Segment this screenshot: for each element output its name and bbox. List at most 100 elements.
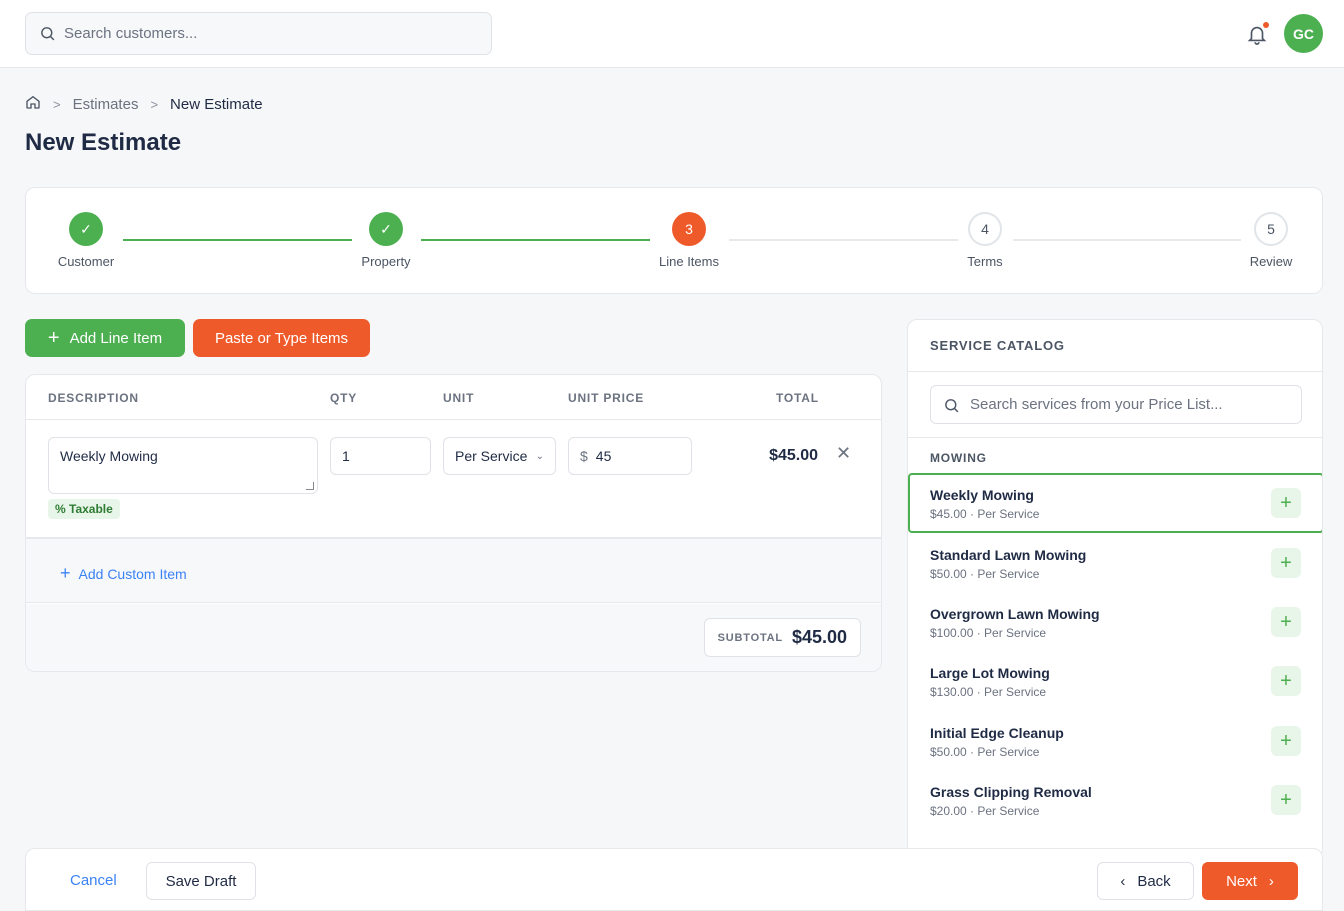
step-number: 3: [672, 212, 706, 246]
custom-item-row: + Add Custom Item: [26, 539, 881, 603]
catalog-search-placeholder: Search services from your Price List...: [970, 396, 1223, 413]
home-icon[interactable]: [25, 94, 41, 114]
step-connector: [1013, 239, 1241, 241]
chevron-right-icon: >: [150, 96, 159, 112]
search-icon: [41, 27, 55, 41]
step-review[interactable]: 5 Review: [1211, 212, 1331, 269]
plus-icon: +: [47, 326, 60, 349]
step-customer[interactable]: ✓ Customer: [26, 212, 146, 269]
subtotal-value: $45.00: [791, 627, 847, 647]
notification-dot: [1263, 22, 1269, 28]
chevron-down-icon: ⌄: [535, 450, 544, 462]
catalog-item-name: Large Lot Mowing: [930, 665, 1050, 681]
cancel-button[interactable]: Cancel: [70, 872, 117, 889]
add-service-plus-icon[interactable]: +: [1271, 666, 1301, 696]
column-header-qty: QTY: [330, 391, 358, 405]
check-icon: ✓: [369, 212, 403, 246]
add-service-plus-icon[interactable]: +: [1271, 607, 1301, 637]
catalog-section-heading: MOWING: [930, 451, 987, 465]
step-connector: [421, 239, 650, 241]
catalog-item[interactable]: Overgrown Lawn Mowing $100.00 · Per Serv…: [908, 592, 1322, 652]
add-line-item-button[interactable]: + Add Line Item: [25, 319, 185, 357]
save-draft-button[interactable]: Save Draft: [146, 862, 256, 900]
subtotal-box: SUBTOTAL $45.00: [703, 618, 861, 657]
catalog-item-price: $130.00 · Per Service: [930, 685, 1047, 699]
catalog-item-price: $50.00 · Per Service: [930, 567, 1040, 581]
top-bar: Search customers... GC: [0, 0, 1344, 68]
catalog-item[interactable]: Grass Clipping Removal $20.00 · Per Serv…: [908, 770, 1322, 830]
step-terms[interactable]: 4 Terms: [925, 212, 1045, 269]
divider: [908, 437, 1322, 438]
customer-search-input[interactable]: Search customers...: [25, 12, 492, 55]
step-number: 4: [968, 212, 1002, 246]
table-footer: SUBTOTAL $45.00: [26, 604, 881, 671]
column-header-description: DESCRIPTION: [48, 391, 139, 405]
catalog-item[interactable]: Standard Lawn Mowing $50.00 · Per Servic…: [908, 533, 1322, 593]
catalog-item-price: $50.00 · Per Service: [930, 745, 1040, 759]
search-icon: [945, 399, 959, 413]
close-icon[interactable]: ✕: [836, 443, 851, 464]
catalog-title: SERVICE CATALOG: [930, 338, 1065, 353]
divider: [26, 419, 881, 420]
catalog-item-price: $100.00 · Per Service: [930, 626, 1047, 640]
catalog-item-price: $20.00 · Per Service: [930, 804, 1040, 818]
unit-price-input[interactable]: $ 45: [568, 437, 692, 475]
add-service-plus-icon[interactable]: +: [1271, 488, 1301, 518]
next-button[interactable]: Next ›: [1202, 862, 1298, 900]
add-custom-item-label: Add Custom Item: [78, 565, 187, 582]
description-textarea[interactable]: Weekly Mowing: [48, 437, 318, 494]
taxable-badge[interactable]: % Taxable: [48, 499, 120, 519]
add-line-item-label: Add Line Item: [69, 329, 163, 347]
step-label: Property: [361, 254, 411, 269]
next-label: Next: [1226, 872, 1257, 890]
column-header-unit: UNIT: [443, 391, 475, 405]
catalog-search-input[interactable]: Search services from your Price List...: [930, 385, 1302, 424]
step-label: Review: [1249, 254, 1293, 269]
add-custom-item-button[interactable]: + Add Custom Item: [60, 563, 187, 584]
step-label: Terms: [967, 254, 1003, 269]
back-label: Back: [1137, 872, 1171, 890]
paste-items-button[interactable]: Paste or Type Items: [193, 319, 370, 357]
step-line-items[interactable]: 3 Line Items: [629, 212, 749, 269]
subtotal-label: SUBTOTAL: [717, 631, 783, 644]
description-value: Weekly Mowing: [60, 448, 158, 464]
column-header-total: TOTAL: [776, 391, 819, 405]
resize-handle[interactable]: [306, 482, 314, 490]
column-header-unit-price: UNIT PRICE: [568, 391, 645, 405]
currency-symbol: $: [580, 448, 588, 464]
unit-value: Per Service: [455, 448, 528, 464]
plus-icon: +: [60, 563, 71, 583]
catalog-item-price: $45.00 · Per Service: [930, 507, 1040, 521]
back-button[interactable]: ‹ Back: [1097, 862, 1194, 900]
catalog-item-name: Overgrown Lawn Mowing: [930, 606, 1100, 622]
check-icon: ✓: [69, 212, 103, 246]
step-progress: ✓ Customer ✓ Property 3 Line Items 4 Ter…: [25, 187, 1323, 294]
breadcrumb-estimates[interactable]: Estimates: [73, 96, 139, 113]
catalog-item[interactable]: Large Lot Mowing $130.00 · Per Service +: [908, 651, 1322, 711]
divider: [908, 371, 1322, 372]
search-placeholder: Search customers...: [64, 25, 198, 42]
step-connector: [729, 239, 958, 241]
add-service-plus-icon[interactable]: +: [1271, 726, 1301, 756]
step-number: 5: [1254, 212, 1288, 246]
chevron-right-icon: >: [53, 96, 61, 112]
add-service-plus-icon[interactable]: +: [1271, 785, 1301, 815]
taxable-label: Taxable: [69, 502, 113, 516]
qty-input[interactable]: 1: [330, 437, 431, 475]
unit-price-value: 45: [595, 448, 612, 464]
breadcrumb: > Estimates > New Estimate: [25, 94, 263, 114]
bell-icon[interactable]: [1246, 22, 1269, 46]
add-service-plus-icon[interactable]: +: [1271, 548, 1301, 578]
service-catalog-panel: SERVICE CATALOG Search services from you…: [907, 319, 1323, 859]
catalog-item-name: Initial Edge Cleanup: [930, 725, 1064, 741]
catalog-item[interactable]: Initial Edge Cleanup $50.00 · Per Servic…: [908, 711, 1322, 771]
step-property[interactable]: ✓ Property: [326, 212, 446, 269]
action-footer: Cancel Save Draft ‹ Back Next ›: [25, 848, 1323, 911]
catalog-item-name: Grass Clipping Removal: [930, 784, 1092, 800]
line-items-table: DESCRIPTION QTY UNIT UNIT PRICE TOTAL We…: [25, 374, 882, 672]
catalog-item[interactable]: Weekly Mowing $45.00 · Per Service +: [908, 473, 1322, 533]
line-total: $45.00: [769, 447, 818, 464]
unit-select[interactable]: Per Service ⌄: [443, 437, 556, 475]
step-label: Customer: [57, 254, 115, 269]
avatar[interactable]: GC: [1284, 14, 1323, 53]
